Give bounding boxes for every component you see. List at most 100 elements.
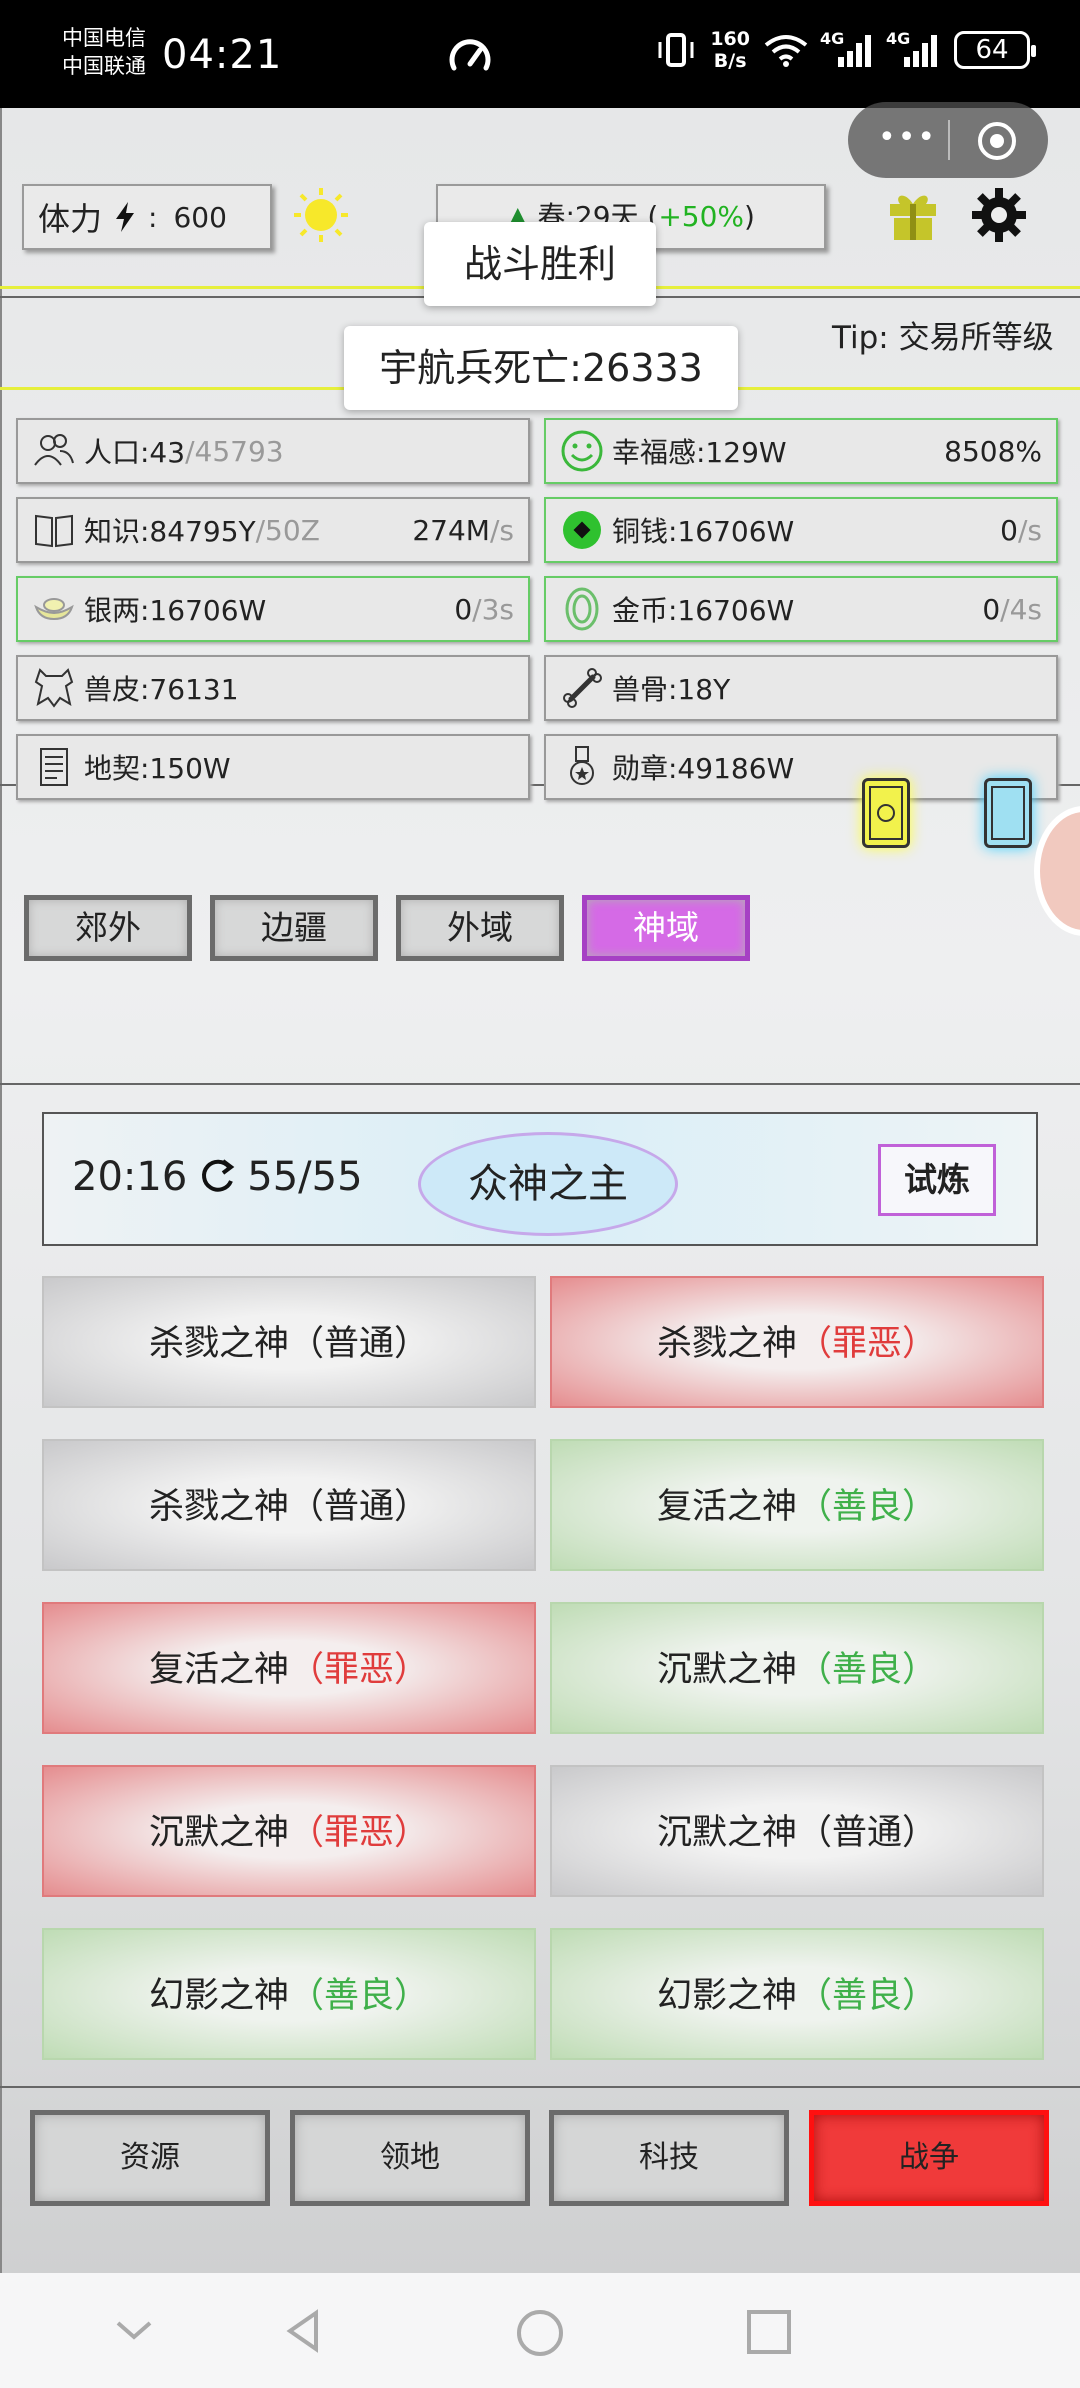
more-menu-icon[interactable]: ••• — [878, 120, 937, 155]
net-speed: 160 B/s — [710, 28, 750, 72]
god-button[interactable]: 复活之神（善良） — [550, 1439, 1044, 1571]
resource-rate: 8508% — [944, 435, 1042, 468]
resource-copper: 铜钱:16706W 0/s — [544, 497, 1058, 563]
resource-label: 勋章:49186W — [612, 752, 795, 785]
god-button[interactable]: 沉默之神（罪恶） — [42, 1765, 536, 1897]
scroll-icon — [40, 748, 68, 786]
chevron-down-icon[interactable] — [112, 2309, 156, 2353]
god-name: 沉默之神 — [656, 1650, 797, 1690]
medal-icon — [570, 746, 594, 785]
mini-program-capsule: ••• — [848, 102, 1048, 178]
boss-count: 55/55 — [247, 1154, 363, 1200]
resource-rate-value: 274M — [412, 513, 490, 547]
god-name: 幻影之神 — [656, 1976, 797, 2016]
resource-silver: 银两:16706W 0/3s — [16, 576, 530, 642]
stamina-sep: : — [148, 200, 158, 234]
resource-rate-unit: /4s — [1000, 592, 1042, 626]
god-button[interactable]: 杀戮之神（普通） — [42, 1439, 536, 1571]
close-target-icon[interactable] — [978, 122, 1016, 160]
resource-label: 银两:16706W — [84, 594, 267, 627]
status-bar: 中国电信 中国联通 04:21 160 B/s 4G 4G 64 — [0, 0, 1080, 108]
nav-war[interactable]: 战争 — [809, 2110, 1049, 2206]
nav-territory[interactable]: 领地 — [290, 2110, 530, 2206]
animal-hide-icon — [34, 668, 74, 708]
god-quality: （善良） — [797, 1650, 938, 1690]
stamina-box[interactable]: 体力 : 600 — [22, 184, 272, 250]
tab-frontier[interactable]: 边疆 — [210, 895, 378, 961]
resource-rate-value: 0 — [1000, 513, 1018, 547]
sun-card-icon — [869, 786, 903, 840]
tab-outskirts[interactable]: 郊外 — [24, 895, 192, 961]
resource-rate-unit: /s — [1017, 513, 1042, 547]
battle-result-toast: 战斗胜利 — [424, 222, 656, 306]
nav-resources[interactable]: 资源 — [30, 2110, 270, 2206]
signal-2: 4G — [886, 29, 940, 67]
smiley-icon — [561, 430, 603, 472]
god-name: 杀戮之神 — [656, 1324, 797, 1364]
blue-card-icon[interactable] — [984, 778, 1032, 848]
god-name: 沉默之神 — [656, 1813, 797, 1853]
god-button[interactable]: 杀戮之神（罪恶） — [550, 1276, 1044, 1408]
resource-gold: 金币:16706W 0/4s — [544, 576, 1058, 642]
god-name: 杀戮之神 — [148, 1487, 289, 1527]
god-quality: （善良） — [289, 1976, 430, 2016]
resource-rate: 0/3s — [454, 593, 514, 626]
god-quality: （罪恶） — [289, 1650, 430, 1690]
sun-icon[interactable] — [292, 186, 350, 244]
god-name: 沉默之神 — [148, 1813, 289, 1853]
boss-time: 20:16 — [72, 1154, 188, 1200]
boss-timer: 20:16 55/55 — [72, 1154, 363, 1200]
resource-label: 兽骨:18Y — [612, 673, 731, 706]
resource-rate: 0/4s — [982, 593, 1042, 626]
resource-rate-unit: /3s — [472, 592, 514, 626]
god-quality: （普通） — [289, 1324, 430, 1364]
settings-gear-icon[interactable] — [970, 186, 1028, 244]
capsule-divider — [948, 120, 950, 160]
casualty-toast: 宇航兵死亡:26333 — [344, 326, 738, 410]
region-tabs: 郊外 边疆 外域 神域 — [24, 895, 750, 961]
bone-icon — [563, 668, 602, 708]
god-button[interactable]: 幻影之神（善良） — [42, 1928, 536, 2060]
back-icon[interactable] — [282, 2309, 326, 2353]
signal-1-label: 4G — [820, 29, 845, 48]
god-button[interactable]: 杀戮之神（普通） — [42, 1276, 536, 1408]
home-icon[interactable] — [516, 2309, 564, 2357]
god-button[interactable]: 沉默之神（普通） — [550, 1765, 1044, 1897]
trial-button[interactable]: 试炼 — [878, 1144, 996, 1216]
resource-rate: 0/s — [1000, 514, 1042, 547]
resource-label: 金币:16706W — [612, 594, 795, 627]
god-quality: （罪恶） — [289, 1813, 430, 1853]
god-name: 复活之神 — [148, 1650, 289, 1690]
nav-technology[interactable]: 科技 — [549, 2110, 789, 2206]
god-button[interactable]: 沉默之神（善良） — [550, 1602, 1044, 1734]
resource-happiness: 幸福感:129W 8508% — [544, 418, 1058, 484]
signal-2-label: 4G — [886, 29, 911, 48]
clock: 04:21 — [162, 32, 283, 78]
gift-icon[interactable] — [886, 186, 940, 242]
resource-medal: 勋章:49186W — [544, 734, 1058, 800]
season-bonus: +50% — [658, 200, 745, 233]
god-quality: （普通） — [797, 1813, 938, 1853]
god-name: 幻影之神 — [148, 1976, 289, 2016]
god-quality: （善良） — [797, 1976, 938, 2016]
resource-rate-unit: /s — [489, 513, 514, 547]
resource-label: 兽皮:76131 — [84, 673, 239, 706]
vibrate-icon — [658, 33, 694, 67]
god-button[interactable]: 幻影之神（善良） — [550, 1928, 1044, 2060]
tab-outer-domain[interactable]: 外域 — [396, 895, 564, 961]
boss-name: 众神之主 — [418, 1132, 678, 1236]
recents-icon[interactable] — [746, 2309, 792, 2355]
carrier-names: 中国电信 中国联通 — [62, 24, 146, 80]
yellow-card-icon[interactable] — [862, 778, 910, 848]
resource-rate-value: 0 — [454, 592, 473, 626]
carrier-2: 中国联通 — [62, 54, 146, 78]
stamina-label: 体力 — [38, 200, 103, 238]
copper-coin-icon — [563, 511, 601, 549]
net-speed-unit: B/s — [713, 50, 747, 72]
tab-divine-domain[interactable]: 神域 — [582, 895, 750, 961]
god-button[interactable]: 复活之神（罪恶） — [42, 1602, 536, 1734]
season-end: ) — [744, 200, 755, 233]
gold-coin-icon — [565, 587, 599, 631]
carrier-1: 中国电信 — [62, 26, 146, 50]
refresh-icon[interactable] — [195, 1155, 239, 1199]
